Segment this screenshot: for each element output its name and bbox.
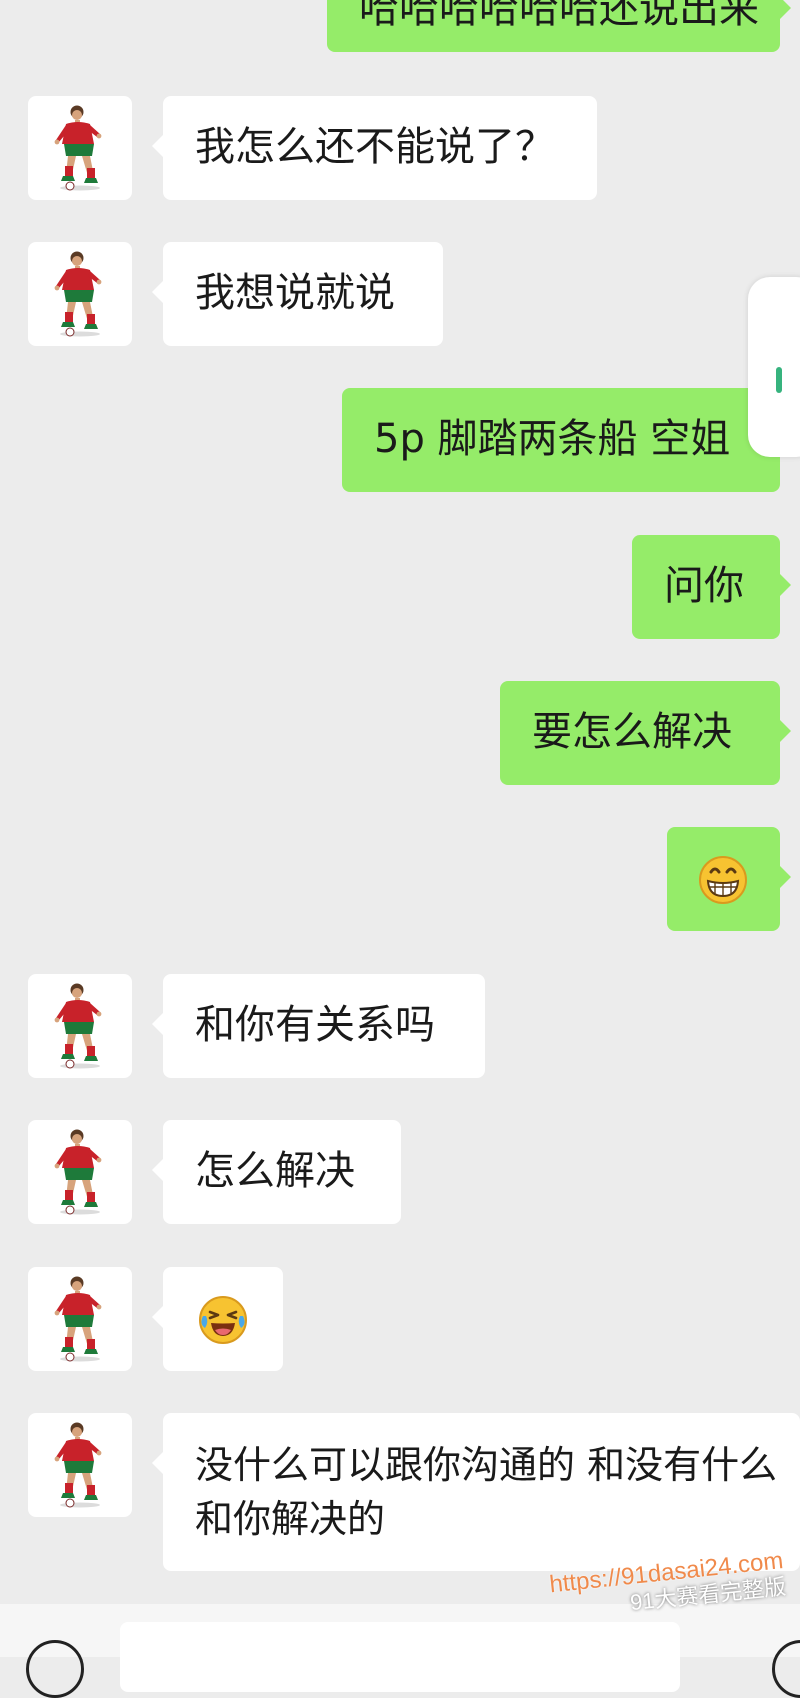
incoming-message[interactable]: 和你有关系吗 (152, 974, 485, 1078)
incoming-message[interactable]: 怎么解决 (152, 1120, 401, 1224)
outgoing-message[interactable]: 哈哈哈哈哈哈还说出来 (327, 0, 791, 52)
message-text: 要怎么解决 (532, 709, 732, 755)
outgoing-message[interactable]: 要怎么解决 (500, 681, 791, 785)
soccer-player-avatar-icon (28, 1120, 132, 1224)
input-bar (0, 1604, 800, 1698)
outgoing-message[interactable] (667, 827, 791, 931)
soccer-player-avatar-icon (28, 242, 132, 346)
emoji-icon[interactable] (772, 1640, 800, 1698)
message-text: 我怎么还不能说了？ (195, 124, 555, 170)
avatar[interactable] (28, 242, 132, 346)
message-text: 哈哈哈哈哈哈还说出来 (359, 0, 759, 32)
message-text: 怎么解决 (195, 1148, 355, 1194)
message-text: 5p 脚踏两条船 空姐 (374, 416, 731, 462)
avatar[interactable] (28, 974, 132, 1078)
soccer-player-avatar-icon (28, 974, 132, 1078)
avatar[interactable] (28, 1267, 132, 1371)
message-text: 我想说就说 (195, 270, 395, 316)
message-text: 问你 (664, 563, 744, 609)
incoming-message[interactable]: 没什么可以跟你沟通的 和没有什么和你解决的 (152, 1413, 800, 1571)
soccer-player-avatar-icon (28, 96, 132, 200)
message-text: 没什么可以跟你沟通的 和没有什么和你解决的 (195, 1443, 778, 1541)
face-with-tears-of-joy-emoji-icon (197, 1294, 249, 1346)
voice-icon[interactable] (26, 1640, 84, 1698)
avatar[interactable] (28, 1413, 132, 1517)
soccer-player-avatar-icon (28, 1267, 132, 1371)
outgoing-message[interactable]: 问你 (632, 535, 791, 639)
avatar[interactable] (28, 96, 132, 200)
grinning-face-emoji-icon (697, 854, 749, 906)
message-text: 和你有关系吗 (195, 1002, 435, 1048)
soccer-player-avatar-icon (28, 1413, 132, 1517)
avatar[interactable] (28, 1120, 132, 1224)
incoming-message[interactable]: 我怎么还不能说了？ (152, 96, 597, 200)
incoming-message[interactable]: 我想说就说 (152, 242, 443, 346)
floating-window-indicator (776, 367, 782, 393)
outgoing-message[interactable]: 5p 脚踏两条船 空姐 (342, 388, 791, 492)
chat-area: 哈哈哈哈哈哈还说出来 我怎么还不能说了？ 我想说就说 5p 脚踏两条船 空姐 问… (0, 0, 800, 1657)
incoming-message[interactable] (152, 1267, 283, 1371)
message-input[interactable] (120, 1622, 680, 1692)
floating-window[interactable] (748, 277, 800, 457)
